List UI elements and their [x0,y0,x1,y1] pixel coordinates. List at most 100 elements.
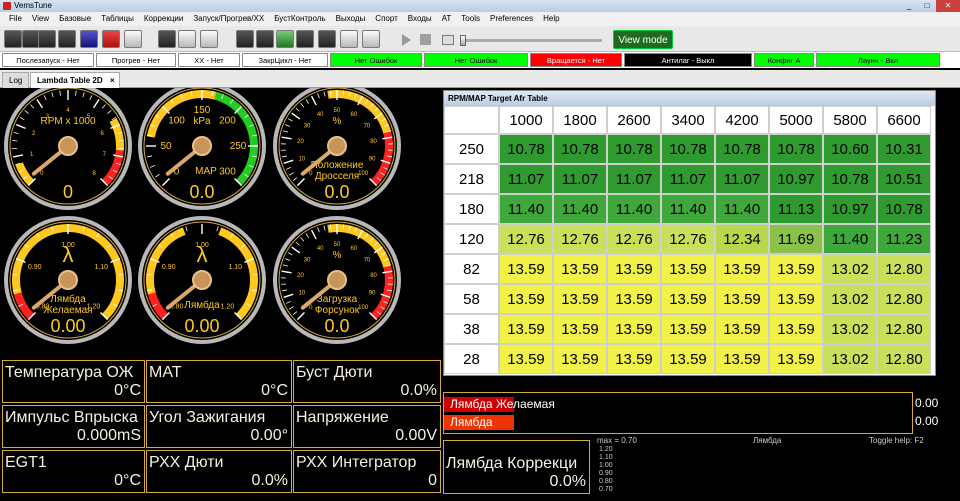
menu-item-1[interactable]: View [27,12,54,26]
menu-item-2[interactable]: Базовые [54,12,96,26]
afr-cell[interactable]: 10.78 [769,134,823,164]
ecu-tool-icon[interactable] [58,30,76,48]
afr-cell[interactable]: 13.59 [499,254,553,284]
playback-slider-thumb[interactable] [460,35,466,46]
afr-cell[interactable]: 13.59 [661,314,715,344]
chip-gray-tool-icon[interactable] [178,30,196,48]
menu-item-3[interactable]: Таблицы [96,12,139,26]
afr-cell[interactable]: 13.59 [715,314,769,344]
afr-cell[interactable]: 10.97 [823,194,877,224]
afr-cell[interactable]: 10.78 [877,194,931,224]
chip-light-tool-icon[interactable] [200,30,218,48]
afr-cell[interactable]: 10.78 [715,134,769,164]
menu-item-5[interactable]: Запуск/Прогрев/ХХ [188,12,269,26]
menu-item-11[interactable]: Tools [456,12,485,26]
record-icon[interactable] [442,35,454,45]
afr-cell[interactable]: 10.97 [769,164,823,194]
afr-cell[interactable]: 12.76 [553,224,607,254]
afr-cell[interactable]: 13.59 [553,344,607,374]
afr-cell[interactable]: 11.40 [823,224,877,254]
afr-cell[interactable]: 13.59 [553,284,607,314]
afr-cell[interactable]: 13.59 [715,284,769,314]
tab-lambda-table-2d[interactable]: Lambda Table 2D × [30,72,120,88]
tab-log[interactable]: Log [2,72,30,88]
afr-cell[interactable]: 11.40 [715,194,769,224]
ecu-read-tool-icon[interactable] [80,30,98,48]
menu-item-10[interactable]: AT [437,12,457,26]
afr-cell[interactable]: 13.59 [607,284,661,314]
view-mode-button[interactable]: View mode [613,30,673,49]
afr-cell[interactable]: 13.59 [607,344,661,374]
afr-cell[interactable]: 13.59 [499,314,553,344]
menu-item-0[interactable]: File [4,12,27,26]
afr-cell[interactable]: 10.31 [877,134,931,164]
afr-cell[interactable]: 10.60 [823,134,877,164]
gauge-tool-icon[interactable] [256,30,274,48]
afr-cell[interactable]: 11.07 [607,164,661,194]
gauge-green-tool-icon[interactable] [276,30,294,48]
afr-cell[interactable]: 13.59 [769,284,823,314]
playback-slider[interactable] [462,39,602,42]
chip-tool-icon[interactable] [158,30,176,48]
afr-cell[interactable]: 10.78 [607,134,661,164]
afr-cell[interactable]: 10.78 [553,134,607,164]
menu-item-6[interactable]: БустКонтроль [269,12,330,26]
chart-tool-icon[interactable] [318,30,336,48]
afr-cell[interactable]: 12.80 [877,284,931,314]
afr-cell[interactable]: 11.13 [769,194,823,224]
afr-cell[interactable]: 12.76 [607,224,661,254]
afr-cell[interactable]: 11.40 [499,194,553,224]
afr-cell[interactable]: 13.59 [661,344,715,374]
afr-cell[interactable]: 12.80 [877,344,931,374]
afr-cell[interactable]: 11.40 [607,194,661,224]
menu-item-12[interactable]: Preferences [485,12,538,26]
afr-cell[interactable]: 12.76 [661,224,715,254]
afr-cell[interactable]: 10.78 [499,134,553,164]
afr-cell[interactable]: 13.59 [499,344,553,374]
menu-item-8[interactable]: Спорт [370,12,403,26]
afr-cell[interactable]: 11.07 [553,164,607,194]
afr-cell[interactable]: 12.80 [877,254,931,284]
minimize-button[interactable]: _ [900,0,918,12]
maximize-button[interactable]: □ [918,0,936,12]
close-button[interactable]: ✕ [936,0,960,12]
play-icon[interactable] [402,34,411,46]
check-tool-icon[interactable] [124,30,142,48]
calc-tool-icon[interactable] [236,30,254,48]
load-tool-icon[interactable] [38,30,56,48]
table-tool-icon[interactable] [340,30,358,48]
grid-tool-icon[interactable] [296,30,314,48]
connect-tool-icon[interactable] [4,30,22,48]
afr-cell[interactable]: 13.02 [823,314,877,344]
afr-cell[interactable]: 13.59 [769,314,823,344]
afr-cell[interactable]: 10.78 [661,134,715,164]
afr-cell[interactable]: 11.07 [499,164,553,194]
afr-cell[interactable]: 11.07 [661,164,715,194]
afr-cell[interactable]: 10.51 [877,164,931,194]
afr-cell[interactable]: 13.59 [769,254,823,284]
afr-cell[interactable]: 13.59 [661,254,715,284]
afr-cell[interactable]: 13.59 [553,314,607,344]
afr-cell[interactable]: 11.40 [661,194,715,224]
menu-item-7[interactable]: Выходы [331,12,371,26]
afr-cell[interactable]: 12.76 [499,224,553,254]
log-tool-icon[interactable] [102,30,120,48]
afr-cell[interactable]: 13.59 [661,284,715,314]
afr-cell[interactable]: 13.59 [715,254,769,284]
afr-cell[interactable]: 11.07 [715,164,769,194]
stop-icon[interactable] [420,34,431,45]
menu-item-13[interactable]: Help [538,12,564,26]
afr-cell[interactable]: 13.59 [607,314,661,344]
afr-cell[interactable]: 13.59 [553,254,607,284]
afr-cell[interactable]: 10.78 [823,164,877,194]
afr-cell[interactable]: 13.59 [607,254,661,284]
afr-cell[interactable]: 13.59 [715,344,769,374]
afr-cell[interactable]: 11.23 [877,224,931,254]
menu-item-9[interactable]: Входы [403,12,437,26]
afr-cell[interactable]: 12.80 [877,314,931,344]
afr-cell[interactable]: 13.59 [499,284,553,314]
afr-cell[interactable]: 13.02 [823,284,877,314]
afr-cell[interactable]: 13.59 [769,344,823,374]
afr-cell[interactable]: 11.40 [553,194,607,224]
afr-cell[interactable]: 13.02 [823,254,877,284]
